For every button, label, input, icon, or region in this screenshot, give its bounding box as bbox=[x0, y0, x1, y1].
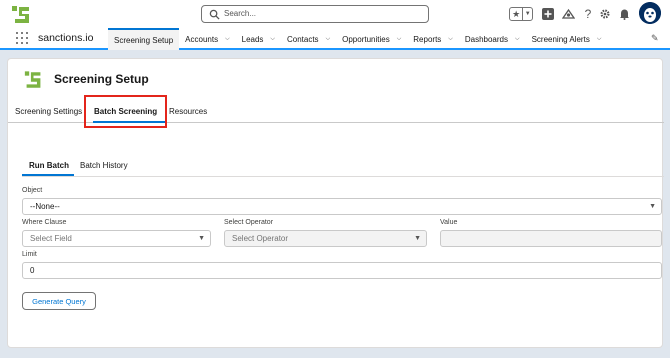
batch-subtabs: Run Batch Batch History bbox=[22, 157, 664, 177]
nav-item-label: Dashboards bbox=[464, 34, 508, 44]
tab-screening-settings[interactable]: Screening Settings bbox=[15, 107, 82, 116]
object-select-value: --None-- bbox=[30, 202, 60, 211]
app-nav-bar: sanctions.io Screening Setup Accounts ⌵ L… bbox=[0, 28, 670, 50]
chevron-down-icon[interactable]: ⌵ bbox=[515, 36, 520, 43]
favorites-button[interactable]: ★ ▼ bbox=[509, 7, 533, 21]
page-title: Screening Setup bbox=[54, 72, 149, 86]
help-icon[interactable]: ? bbox=[581, 7, 595, 21]
nav-item-label: Contacts bbox=[286, 34, 319, 44]
object-select[interactable]: --None-- ▼ bbox=[22, 198, 662, 215]
select-operator-label: Select Operator bbox=[224, 219, 274, 226]
chevron-down-icon[interactable]: ⌵ bbox=[397, 36, 402, 43]
chevron-down-icon[interactable]: ▼ bbox=[523, 11, 532, 17]
value-label: Value bbox=[440, 219, 458, 226]
value-input[interactable] bbox=[440, 230, 662, 247]
chevron-down-icon: ▼ bbox=[414, 235, 421, 242]
nav-item-accounts[interactable]: Accounts ⌵ bbox=[179, 28, 235, 50]
nav-item-label: Screening Setup bbox=[114, 35, 174, 45]
nav-item-label: Screening Alerts bbox=[531, 34, 590, 44]
nav-item-label: Accounts bbox=[185, 34, 219, 44]
nav-item-label: Leads bbox=[241, 34, 264, 44]
nav-item-label: Reports bbox=[413, 34, 442, 44]
app-name: sanctions.io bbox=[38, 32, 94, 44]
nav-item-screening-alerts[interactable]: Screening Alerts ⌵ bbox=[526, 28, 608, 50]
nav-item-screening-setup[interactable]: Screening Setup bbox=[108, 28, 180, 50]
notifications-bell-icon[interactable] bbox=[617, 7, 631, 21]
nav-item-leads[interactable]: Leads ⌵ bbox=[236, 28, 281, 50]
nav-item-contacts[interactable]: Contacts ⌵ bbox=[281, 28, 336, 50]
nav-item-label: Opportunities bbox=[342, 34, 390, 44]
search-icon bbox=[209, 9, 220, 20]
global-header: Search... ★ ▼ ? bbox=[0, 0, 670, 28]
chevron-down-icon[interactable]: ⌵ bbox=[597, 36, 602, 43]
screening-setup-card: Screening Setup Screening Settings Batch… bbox=[7, 58, 664, 348]
limit-input[interactable]: 0 bbox=[22, 262, 662, 279]
star-icon: ★ bbox=[510, 8, 524, 20]
sanctions-logo-icon[interactable] bbox=[10, 4, 32, 26]
highlight-annotation bbox=[84, 95, 167, 128]
nav-item-dashboards[interactable]: Dashboards ⌵ bbox=[459, 28, 526, 50]
subtab-run-batch[interactable]: Run Batch bbox=[29, 161, 69, 170]
select-operator-dropdown[interactable]: Select Operator ▼ bbox=[224, 230, 427, 247]
subtab-batch-history[interactable]: Batch History bbox=[80, 161, 128, 170]
nav-item-opportunities[interactable]: Opportunities ⌵ bbox=[336, 28, 407, 50]
limit-label: Limit bbox=[22, 251, 37, 258]
active-subtab-indicator bbox=[22, 174, 74, 176]
chevron-down-icon[interactable]: ⌵ bbox=[326, 36, 331, 43]
chevron-down-icon: ▼ bbox=[198, 235, 205, 242]
add-icon[interactable] bbox=[541, 7, 555, 21]
app-launcher-icon[interactable] bbox=[16, 32, 28, 44]
where-clause-label: Where Clause bbox=[22, 219, 67, 226]
global-search[interactable]: Search... bbox=[201, 5, 429, 23]
user-avatar[interactable] bbox=[639, 2, 661, 24]
trailhead-icon[interactable] bbox=[561, 7, 575, 21]
nav-items: Screening Setup Accounts ⌵ Leads ⌵ Contact… bbox=[108, 28, 607, 50]
limit-input-value: 0 bbox=[30, 266, 35, 275]
select-operator-placeholder: Select Operator bbox=[232, 234, 289, 243]
chevron-down-icon[interactable]: ⌵ bbox=[270, 36, 275, 43]
generate-query-button[interactable]: Generate Query bbox=[22, 292, 96, 310]
tab-resources[interactable]: Resources bbox=[169, 107, 207, 116]
gear-icon[interactable] bbox=[598, 7, 612, 21]
chevron-down-icon[interactable]: ⌵ bbox=[225, 36, 230, 43]
edit-nav-pencil-icon[interactable]: ✎ bbox=[651, 33, 659, 44]
sanctions-logo-icon bbox=[24, 71, 41, 88]
nav-item-reports[interactable]: Reports ⌵ bbox=[407, 28, 459, 50]
where-clause-placeholder: Select Field bbox=[30, 234, 72, 243]
search-placeholder: Search... bbox=[224, 9, 257, 18]
object-label: Object bbox=[22, 187, 43, 194]
where-clause-field-select[interactable]: Select Field ▼ bbox=[22, 230, 211, 247]
chevron-down-icon: ▼ bbox=[649, 203, 656, 210]
chevron-down-icon[interactable]: ⌵ bbox=[448, 36, 453, 43]
